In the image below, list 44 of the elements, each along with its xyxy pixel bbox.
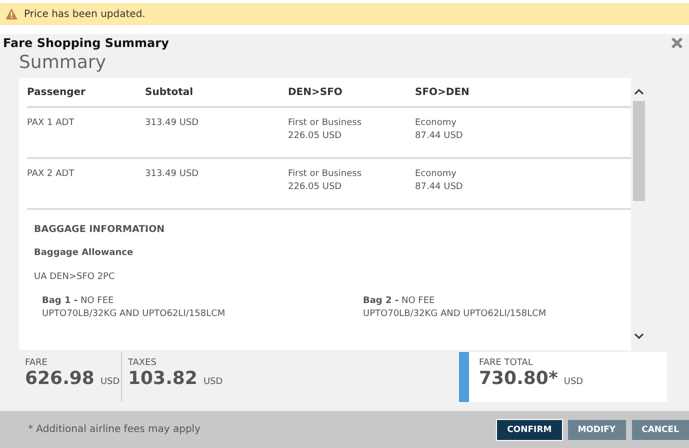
cabin-text: Economy [415,118,458,128]
currency-text: USD [203,377,223,387]
price-text: 87.44 USD [415,131,464,141]
baggage-subtitle: Baggage Allowance [34,248,134,258]
warning-icon [5,8,18,20]
price-text: 226.05 USD [288,131,343,141]
cabin-text: Economy [415,169,458,179]
action-button[interactable]: CONFIRM [497,420,562,440]
bag-fee-text: Bag 2 - NO FEE [363,296,436,306]
cabin-text: First or Business [288,118,363,128]
action-button[interactable]: CANCEL [632,420,689,440]
action-button[interactable]: MODIFY [568,420,626,440]
baggage-route-text: UA DEN>SFO 2PC [34,272,116,282]
cabin-text: First or Business [288,169,363,179]
column-header: DEN>SFO [288,87,344,100]
table-cell-text: 313.49 USD [145,169,200,181]
total-amount: 730.80* [479,368,558,389]
chevron-down-icon[interactable] [634,333,644,340]
total-amount: 103.82 [128,368,198,389]
bag-limits-text: UPTO70LB/32KG AND UPTO62LI/158LCM [42,309,226,319]
table-cell-text: PAX 2 ADT [27,169,76,181]
bag-fee-text: Bag 1 - NO FEE [42,296,115,306]
bag-limits-text: UPTO70LB/32KG AND UPTO62LI/158LCM [363,309,548,319]
currency-text: USD [564,377,584,387]
column-header: SFO>DEN [415,87,470,100]
total-label: FARE TOTAL [479,358,534,368]
close-icon[interactable] [671,37,683,49]
baggage-title: BAGGAGE INFORMATION [34,224,166,235]
total-amount: 626.98 [25,368,94,389]
price-text: 226.05 USD [288,182,343,192]
column-header: Passenger [27,87,86,100]
scrollbar-thumb[interactable] [632,101,644,201]
total-label: FARE [25,358,48,368]
currency-text: USD [100,377,120,387]
column-header: Subtotal [145,87,194,100]
total-label: TAXES [128,358,158,368]
chevron-up-icon[interactable] [634,88,644,95]
dialog-title: Fare Shopping Summary [3,36,169,50]
alert-message: Price has been updated. [24,8,146,20]
table-cell-text: PAX 1 ADT [27,118,76,130]
price-text: 87.44 USD [415,182,464,192]
footer-note: * Additional airline fees may apply [28,424,200,435]
table-cell-text: 313.49 USD [145,118,200,130]
summary-heading: Summary [18,51,107,75]
